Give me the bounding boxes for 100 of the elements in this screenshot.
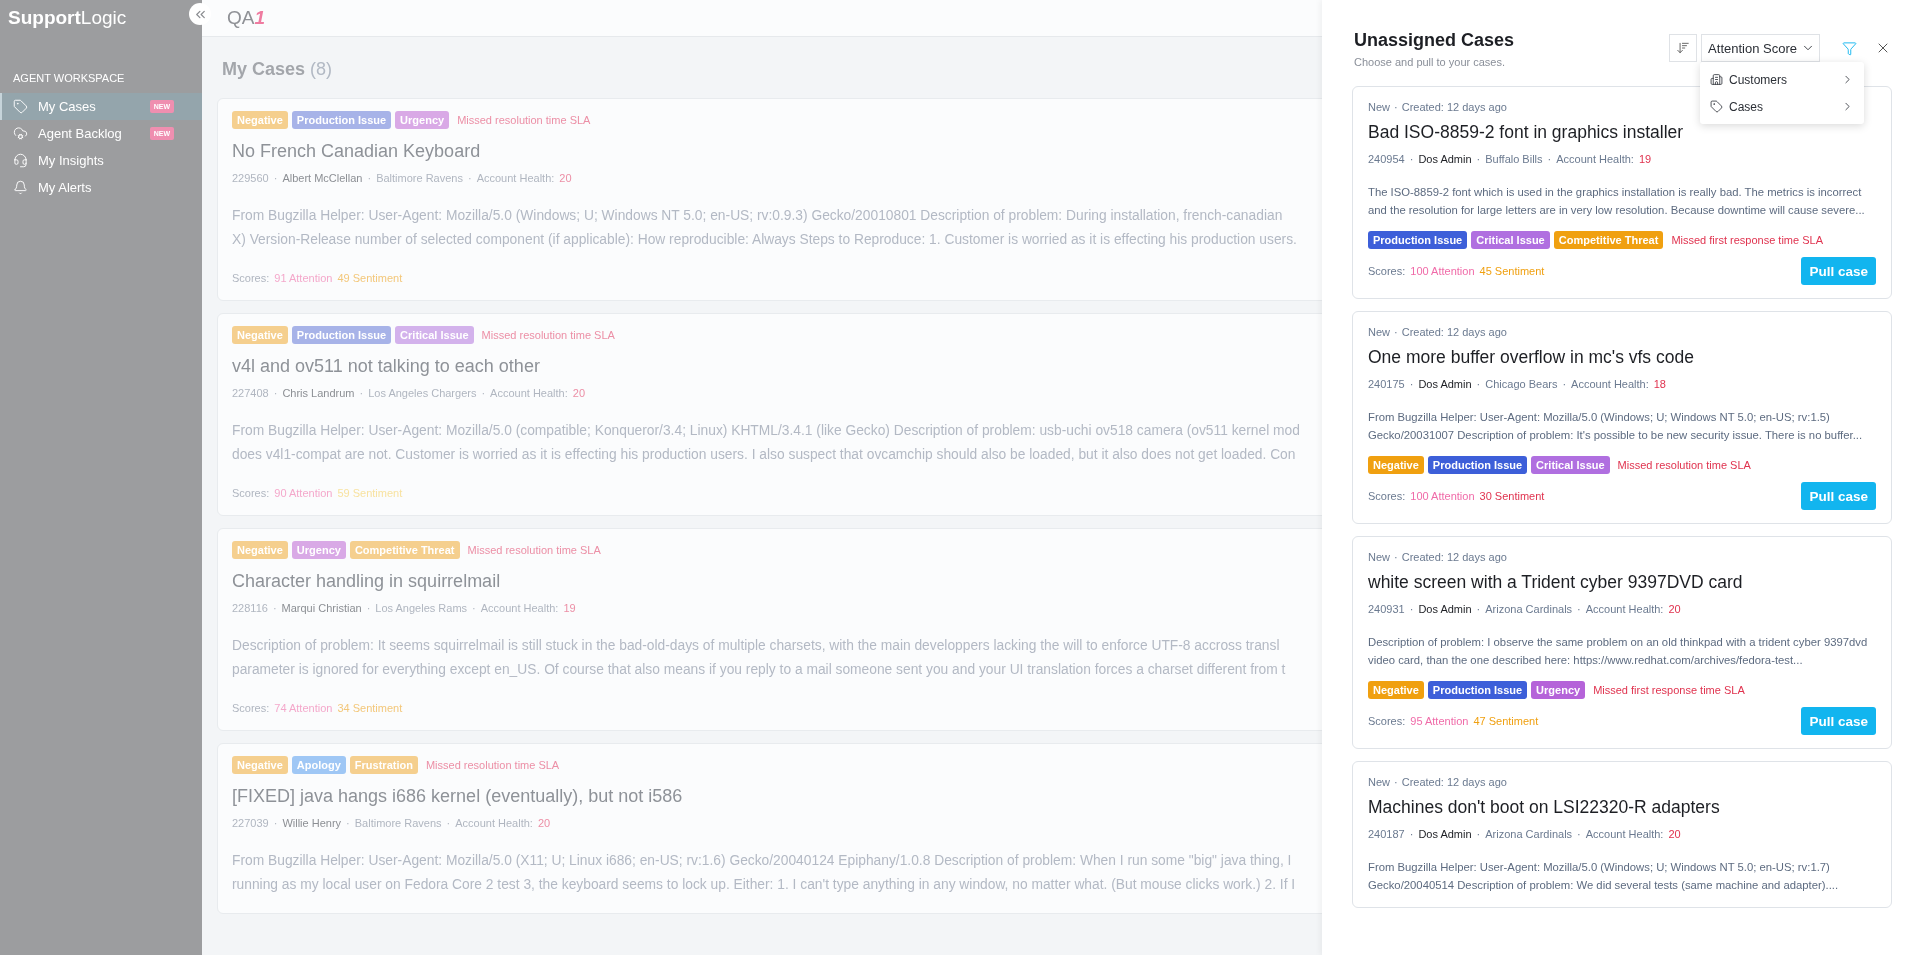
pull-case-button[interactable]: Pull case [1801,482,1876,510]
created-date: Created: 12 days ago [1401,326,1507,338]
tag: Negative [232,111,288,129]
separator: · [273,817,278,829]
description-line: running as my local user on Fedora Core 2 test 3, the keyboard seems to lock up. Either: 1. I can't type anything in any window, no matter what. (But mouse clicks work.) 2. If I [232,876,1297,894]
sla-label: Missed resolution time SLA [1617,459,1751,471]
owner-name: Chris Landrum [282,387,355,399]
tag: Negative [232,541,288,559]
case-card[interactable] [1352,536,1892,749]
owner-name: Albert McClellan [282,172,363,184]
case-title: [FIXED] java hangs i686 kernel (eventually), but not i586 [232,786,684,807]
attention-score: 100 Attention [1410,265,1475,277]
attention-score: 91 Attention [274,272,333,284]
bell-icon [13,180,28,195]
sort-button[interactable] [1669,34,1698,62]
menu-item-label: Customers [1729,72,1787,87]
sort-icon [1676,41,1691,55]
logo: SupportLogic [8,7,127,29]
account-name: Arizona Cardinals [1485,603,1573,615]
case-id: 227408 [232,387,269,399]
pull-case-button[interactable]: Pull case [1801,257,1876,285]
tag: Production Issue [1427,681,1528,699]
case-title: Machines don't boot on LSI22320-R adapters [1368,797,1721,818]
owner-name: Willie Henry [282,817,342,829]
health-value: 20 [537,817,551,829]
case-id: 240954 [1368,153,1405,165]
health-value: 20 [1668,603,1681,615]
menu-item[interactable]: Customers [1700,66,1864,93]
description-line: Description of problem: It seems squirrelmail is still stuck in the bad-old-days of multiple charsets, with the main developpers lacking the will to enforce UTF-8 accross transl [232,637,1281,655]
account-name: Los Angeles Rams [375,602,468,614]
created-date: Created: 12 days ago [1401,551,1507,563]
case-id: 240187 [1368,828,1405,840]
case-id: 228116 [232,602,268,614]
tag: Competitive Threat [349,541,460,559]
tag: Critical Issue [395,326,474,344]
sentiment-score: 49 Sentiment [337,272,403,284]
health-value: 19 [1638,153,1652,165]
case-card[interactable] [1352,86,1892,299]
tag: Production Issue [1368,231,1468,249]
case-title: v4l and ov511 not talking to each other [232,356,541,377]
health-label: Account Health: [476,172,555,184]
case-title: white screen with a Trident cyber 9397DVD card [1368,572,1744,593]
separator: · [273,387,278,399]
health-label: Account Health: [1585,603,1664,615]
separator: · [481,387,486,399]
created-date: Created: 12 days ago [1401,776,1507,788]
owner-name: Dos Admin [1418,828,1472,840]
separator: · [1476,153,1481,165]
tag: Critical Issue [1531,456,1610,474]
sidebar-item-label: My Alerts [38,180,92,195]
health-value: 20 [572,387,585,399]
sort-select[interactable]: Attention Score [1701,34,1820,62]
scores-label: Scores: [1368,490,1406,502]
panel-subtitle: Choose and pull to your cases. [1354,56,1507,68]
separator: · [346,817,350,829]
owner-name: Dos Admin [1418,153,1472,165]
separator: · [446,817,451,829]
filter-icon [1842,40,1857,56]
separator: · [1394,776,1398,788]
owner-name: Dos Admin [1418,603,1472,615]
account-name: Baltimore Ravens [376,172,463,184]
case-card[interactable] [1352,761,1892,908]
sidebar-item[interactable]: My Insights [0,147,202,174]
case-card[interactable] [1352,311,1892,524]
menu-item[interactable]: Cases [1700,93,1864,120]
tag: Urgency [291,541,346,559]
sidebar-item-label: My Cases [38,99,96,114]
separator: · [1577,828,1581,840]
sentiment-score: 30 Sentiment [1479,490,1545,502]
sidebar-item[interactable]: My Alerts [0,174,202,201]
separator: · [359,387,364,399]
tag-icon [13,99,28,114]
case-title: Bad ISO-8859-2 font in graphics installer [1368,122,1685,143]
description-line: X) Version-Release number of selected component (if applicable): How reproducible: Always Steps to Reproduce: 1. Customer is worried as it is effecting his production users. [232,231,1298,249]
scores-label: Scores: [232,487,270,499]
attention-score: 100 Attention [1410,490,1475,502]
health-label: Account Health: [480,602,559,614]
sentiment-score: 34 Sentiment [337,702,403,714]
attention-score: 74 Attention [274,702,333,714]
separator: · [1394,326,1398,338]
sentiment-score: 59 Sentiment [337,487,403,499]
case-description: From Bugzilla Helper: User-Agent: Mozilla/5.0 (Windows; U; Windows NT 5.0; en-US; rv:1.7) Gecko/20040514 Description of problem: We did several tests (same machine and adapter).... [1368,860,1840,893]
separator: · [366,602,371,614]
case-title: One more buffer overflow in mc's vfs code [1368,347,1695,368]
case-id: 227039 [232,817,269,829]
description-line: From Bugzilla Helper: User-Agent: Mozilla/5.0 (X11; U; Linux i686; en-US; rv:1.6) Gecko/20040124 Epiphany/1.0.8 Description of problem: When I run some "big" java thing, I [232,852,1293,870]
account-name: Arizona Cardinals [1485,828,1573,840]
tag: Urgency [1531,681,1586,699]
sentiment-score: 47 Sentiment [1473,715,1539,727]
separator: · [1409,603,1414,615]
separator: · [1409,378,1414,390]
collapse-button[interactable] [189,3,211,25]
tag: Urgency [395,111,450,129]
tag-icon [1710,100,1723,113]
description-line: From Bugzilla Helper: User-Agent: Mozilla/5.0 (compatible; Konqueror/3.4; Linux) KHTML/3.4.1 (like Gecko) Description of problem: usb-uchi ov518 camera (ov511 kernel mod [232,422,1301,440]
tag: Negative [1368,456,1424,474]
tag: Negative [1368,681,1424,699]
separator: · [1394,551,1398,563]
pull-case-button[interactable]: Pull case [1801,707,1876,735]
tag: Production Issue [1427,456,1528,474]
